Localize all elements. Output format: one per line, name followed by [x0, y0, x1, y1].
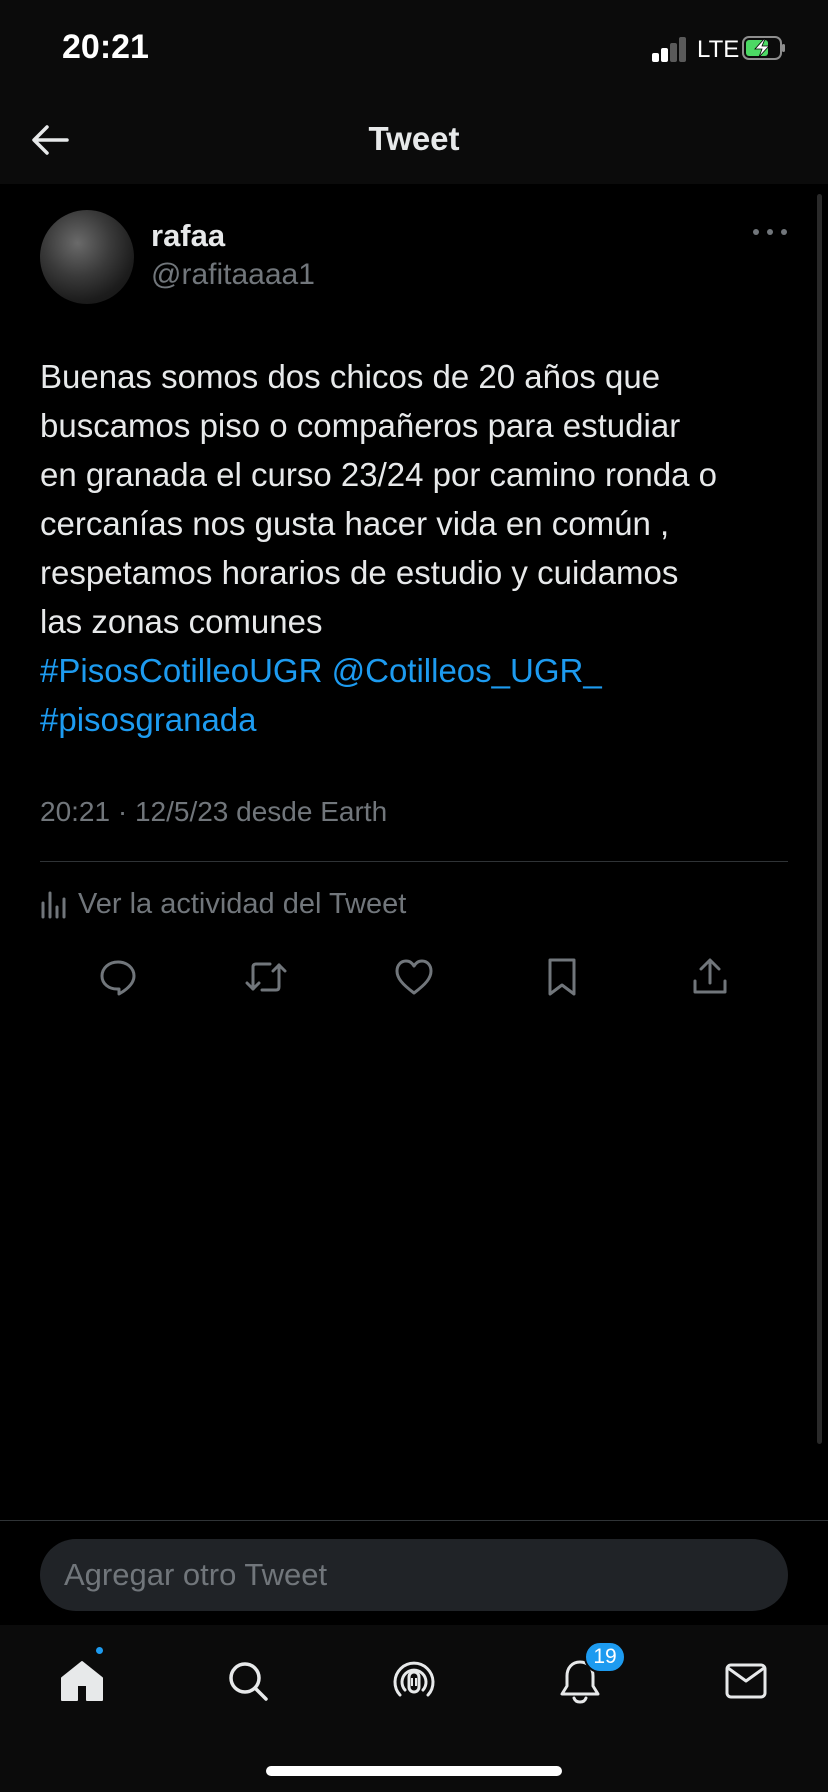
hashtag-link[interactable]: #PisosCotilleoUGR [40, 652, 322, 689]
like-button[interactable] [391, 954, 437, 1000]
home-indicator[interactable] [266, 1766, 562, 1776]
network-type: LTE [697, 36, 740, 63]
page-title: Tweet [368, 120, 460, 157]
bookmark-button[interactable] [539, 954, 585, 1000]
tab-search[interactable] [220, 1653, 276, 1709]
mention-link[interactable]: @Cotilleos_UGR_ [332, 652, 602, 689]
home-icon [61, 1661, 103, 1701]
retweet-button[interactable] [243, 954, 289, 1000]
reply-input[interactable] [40, 1539, 788, 1611]
tweet-text-line: respetamos horarios de estudio y cuidamo… [40, 554, 679, 591]
hashtag-link[interactable]: #pisosgranada [40, 701, 257, 738]
divider [40, 861, 788, 862]
status-bar: 20:21 LTE [0, 0, 828, 100]
tweet-text-line: las zonas comunes [40, 603, 323, 640]
navigation-bar: Tweet [0, 100, 828, 184]
tab-spaces[interactable] [386, 1653, 442, 1709]
signal-strength-icon [652, 36, 688, 62]
tab-home[interactable] [54, 1653, 110, 1709]
tweet-text-line: Buenas somos dos chicos de 20 años que [40, 358, 661, 395]
battery-charging-icon [742, 36, 785, 60]
messages-icon [725, 1663, 767, 1699]
reply-button[interactable] [95, 954, 141, 1000]
author-name[interactable]: rafaa [151, 218, 225, 254]
retweet-icon [245, 962, 287, 992]
analytics-icon [41, 891, 66, 919]
search-icon [229, 1662, 268, 1701]
tab-messages[interactable] [718, 1653, 774, 1709]
share-icon [693, 958, 727, 994]
tweet-text: Buenas somos dos chicos de 20 años que b… [40, 352, 800, 744]
tweet-detail: rafaa @rafitaaaa1 Buenas somos dos chico… [0, 184, 828, 1520]
share-button[interactable] [687, 954, 733, 1000]
scrollbar[interactable] [817, 194, 822, 1444]
bookmark-icon [548, 958, 576, 996]
bottom-tab-bar: 19 [0, 1625, 828, 1792]
tweet-timestamp: 20:21 · 12/5/23 desde Earth [40, 796, 388, 827]
tweet-text-line: cercanías nos gusta hacer vida en común … [40, 505, 670, 542]
author-handle[interactable]: @rafitaaaa1 [151, 258, 315, 292]
tweet-text-line: en granada el curso 23/24 por camino ron… [40, 456, 717, 493]
more-options-icon[interactable] [748, 222, 792, 242]
status-time: 20:21 [62, 28, 149, 66]
tweet-actions [0, 954, 828, 1000]
spaces-icon [393, 1661, 435, 1697]
notifications-badge: 19 [584, 1641, 626, 1673]
tweet-text-line: buscamos piso o compañeros para estudiar [40, 407, 681, 444]
unread-dot [96, 1647, 103, 1654]
like-icon [395, 959, 433, 995]
reply-icon [100, 960, 136, 996]
tweet-activity-label: Ver la actividad del Tweet [78, 887, 407, 920]
tweet-activity-link[interactable]: Ver la actividad del Tweet [40, 884, 406, 924]
reply-composer [0, 1520, 828, 1625]
avatar[interactable] [40, 210, 134, 304]
